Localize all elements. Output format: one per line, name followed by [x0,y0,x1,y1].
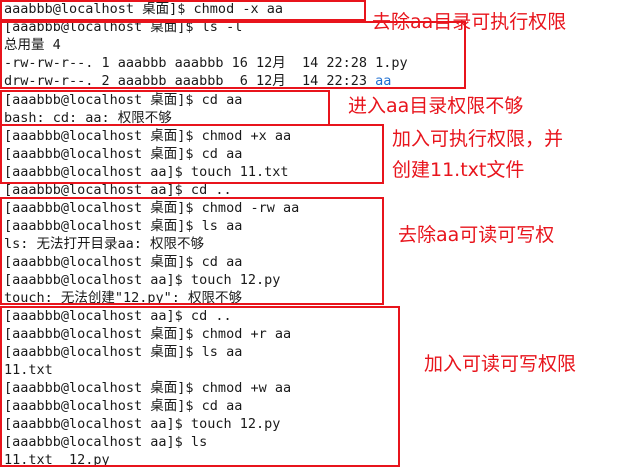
annotation-add-exec: 加入可执行权限，并 [392,128,564,150]
annotation-create-file: 创建11.txt文件 [392,159,525,181]
highlight-box-add-rw [0,306,400,467]
annotation-cd-denied: 进入aa目录权限不够 [348,95,524,117]
highlight-box-remove-exec [0,0,366,21]
annotation-add-rw: 加入可读可写权限 [424,353,577,375]
annotation-remove-rw: 去除aa可读可写权 [398,224,555,246]
terminal-screenshot: aaabbb@localhost 桌面]$ chmod -x aa [aaabb… [0,0,628,469]
highlight-box-add-exec [0,124,384,184]
highlight-box-cd-denied [0,90,330,126]
highlight-box-remove-rw [0,197,384,305]
annotation-remove-exec: 去除aa目录可执行权限 [372,11,567,33]
